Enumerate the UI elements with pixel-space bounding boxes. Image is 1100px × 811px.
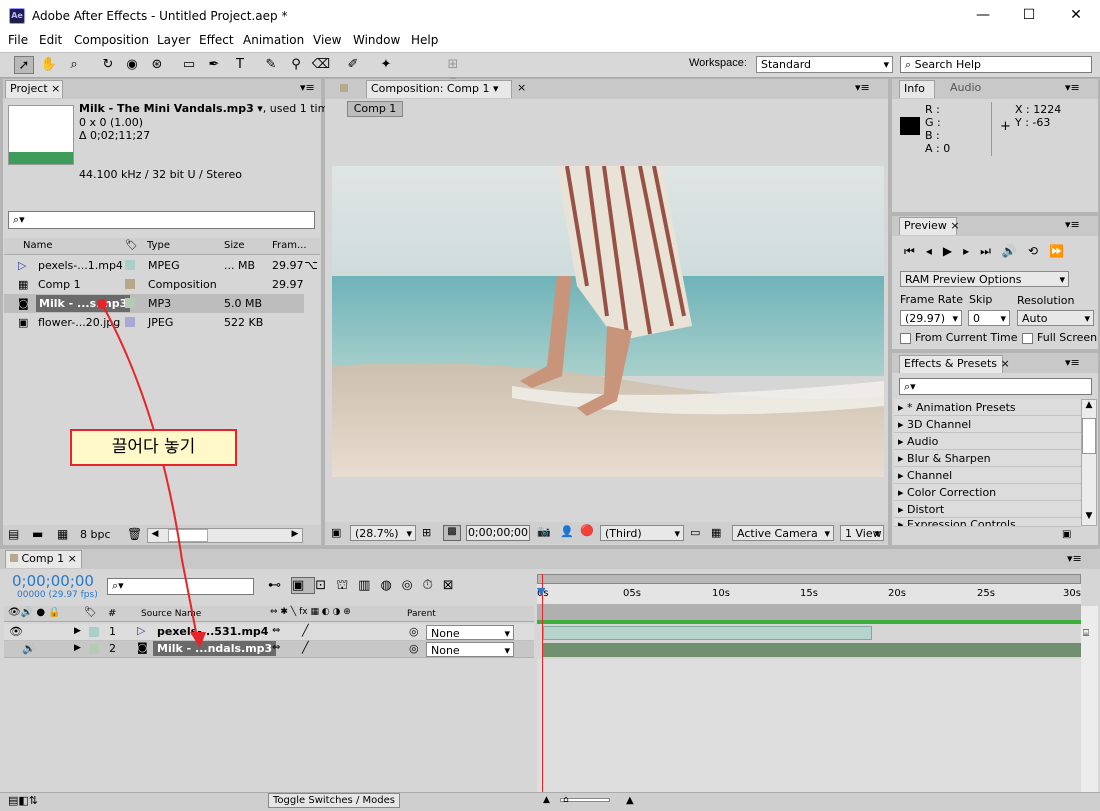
drag-and-drop-label: 끌어다 놓기 xyxy=(70,429,237,466)
drag-annotation-overlay xyxy=(97,299,206,648)
drag-arrow-line xyxy=(101,303,197,633)
drag-arrow-head xyxy=(190,632,206,648)
